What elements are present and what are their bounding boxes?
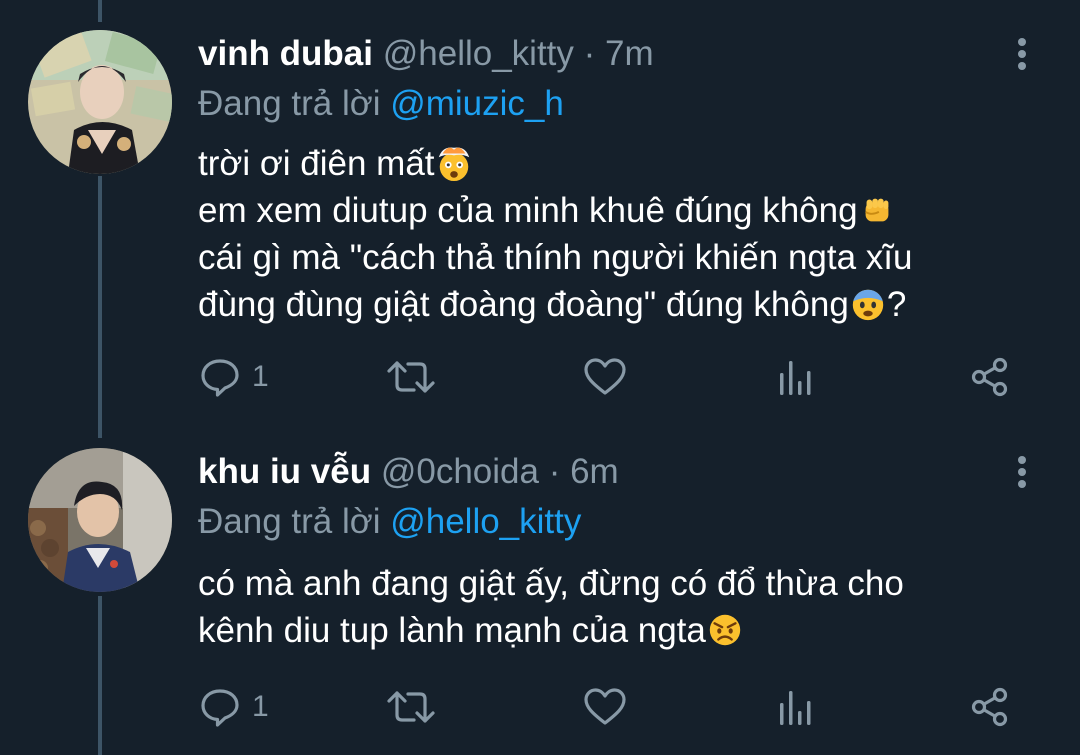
- timestamp[interactable]: 7m: [605, 34, 654, 73]
- separator: ·: [583, 34, 596, 73]
- tweet[interactable]: khu iu vễu @0choida · 6m Đang trả lời @h…: [0, 430, 1080, 755]
- tweet-header: khu iu vễu @0choida · 6m: [198, 452, 619, 492]
- oncoming-fist-emoji-icon: [864, 198, 888, 222]
- tweet-actions: 1: [198, 352, 1028, 402]
- timestamp[interactable]: 6m: [570, 452, 619, 491]
- more-vertical-icon: [1018, 38, 1026, 70]
- reply-button[interactable]: 1: [198, 352, 269, 402]
- analytics-icon: [780, 361, 811, 395]
- share-icon: [971, 357, 1008, 397]
- handle[interactable]: @hello_kitty: [383, 34, 574, 73]
- analytics-button[interactable]: [776, 352, 816, 402]
- share-icon: [971, 687, 1008, 727]
- retweet-icon: [387, 691, 435, 723]
- reply-icon: [201, 359, 239, 397]
- tweet-text: trời ơi điên mất em xem diutup của minh …: [198, 140, 913, 328]
- tweet-text-line: cái gì mà "cách thả thính người khiến ng…: [198, 238, 913, 277]
- angry-face-emoji-icon: [709, 614, 741, 646]
- share-button[interactable]: [968, 352, 1012, 402]
- handle[interactable]: @0choida: [381, 452, 539, 491]
- replying-prefix: Đang trả lời: [198, 84, 381, 123]
- retweet-icon: [387, 361, 435, 393]
- mention-link[interactable]: @hello_kitty: [390, 502, 581, 541]
- tweet-actions: 1: [198, 682, 1028, 732]
- share-button[interactable]: [968, 682, 1012, 732]
- replying-prefix: Đang trả lời: [198, 502, 381, 541]
- heart-icon: [584, 358, 626, 395]
- analytics-button[interactable]: [776, 682, 816, 732]
- replying-to: Đang trả lời @miuzic_h: [198, 84, 564, 124]
- reply-button[interactable]: 1: [198, 682, 269, 732]
- mention-link[interactable]: @miuzic_h: [390, 84, 564, 123]
- tweet-text-line: trời ơi điên mất: [198, 140, 913, 187]
- reply-icon: [201, 689, 239, 727]
- tweet-text-line: có mà anh đang giật ấy, đừng có đổ thừa …: [198, 564, 904, 603]
- avatar-image: [28, 448, 172, 592]
- more-vertical-icon: [1018, 456, 1026, 488]
- avatar[interactable]: [28, 30, 172, 174]
- tweet-text-line: em xem diutup của minh khuê đúng không: [198, 187, 913, 234]
- display-name[interactable]: khu iu vễu: [198, 452, 371, 491]
- like-button[interactable]: [582, 682, 628, 732]
- exploding-head-emoji-icon: [438, 147, 469, 182]
- avatar[interactable]: [28, 448, 172, 592]
- avatar-image: [28, 30, 172, 174]
- tweet-text: có mà anh đang giật ấy, đừng có đổ thừa …: [198, 560, 904, 654]
- tweet-header: vinh dubai @hello_kitty · 7m: [198, 34, 654, 74]
- reply-count: 1: [252, 690, 269, 723]
- reply-count: 1: [252, 360, 269, 393]
- retweet-button[interactable]: [386, 352, 436, 402]
- replying-to: Đang trả lời @hello_kitty: [198, 502, 581, 542]
- more-button[interactable]: [1012, 36, 1032, 76]
- more-button[interactable]: [1012, 454, 1032, 494]
- analytics-icon: [780, 691, 811, 725]
- like-button[interactable]: [582, 352, 628, 402]
- display-name[interactable]: vinh dubai: [198, 34, 373, 73]
- separator: ·: [548, 452, 561, 491]
- tweet-text-line: đùng đùng giật đoàng đoàng" đúng không ?: [198, 285, 907, 324]
- tweet[interactable]: vinh dubai @hello_kitty · 7m Đang trả lờ…: [0, 0, 1080, 430]
- fearful-face-emoji-icon: [852, 289, 884, 321]
- retweet-button[interactable]: [386, 682, 436, 732]
- heart-icon: [584, 688, 626, 725]
- tweet-text-line: kênh diu tup lành mạnh của ngta: [198, 607, 904, 654]
